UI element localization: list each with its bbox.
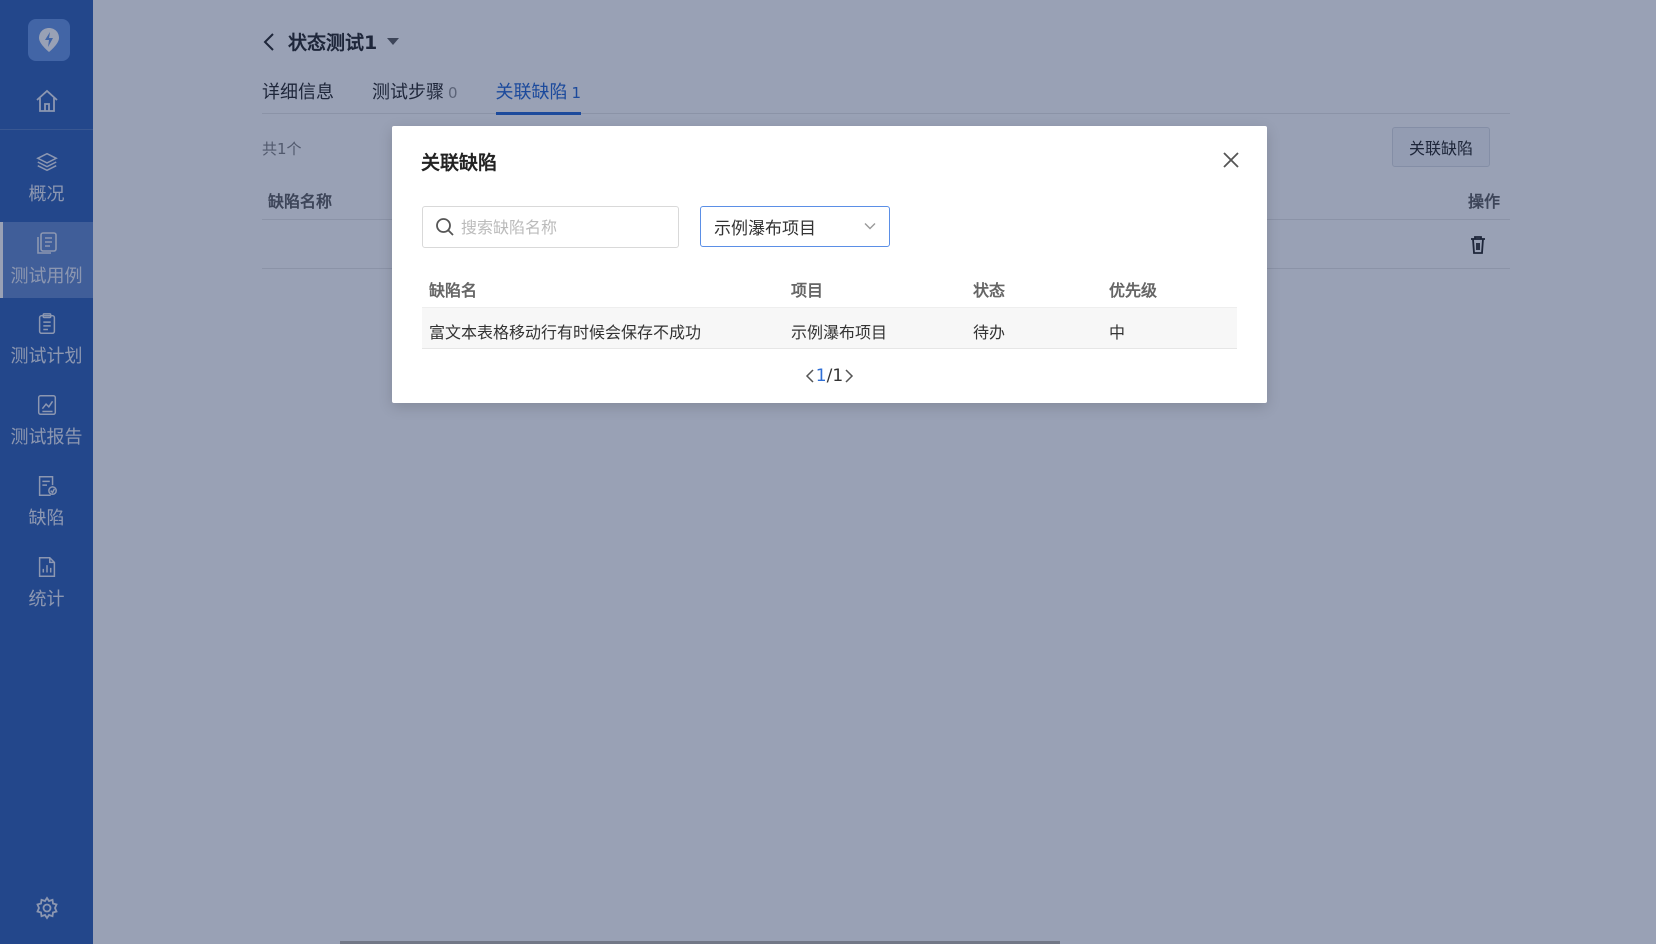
- pagination: 1 / 1: [392, 366, 1267, 386]
- table-row[interactable]: 富文本表格移动行有时候会保存不成功 示例瀑布项目 待办 中: [422, 308, 1237, 349]
- project-select-value: 示例瀑布项目: [714, 219, 816, 239]
- column-header-defect: 缺陷名: [429, 281, 478, 300]
- status-cell: 待办: [973, 323, 1006, 342]
- chevron-down-icon: [864, 223, 876, 230]
- search-icon: [436, 218, 454, 236]
- column-header-priority: 优先级: [1109, 281, 1158, 300]
- column-header-status: 状态: [973, 281, 1006, 300]
- close-icon[interactable]: [1221, 150, 1241, 170]
- total-pages: 1: [832, 366, 844, 386]
- current-page: 1: [815, 366, 827, 386]
- project-select[interactable]: 示例瀑布项目: [700, 206, 890, 247]
- chevron-right-icon[interactable]: [843, 367, 855, 385]
- priority-cell: 中: [1109, 323, 1126, 342]
- search-input[interactable]: [461, 217, 661, 237]
- search-field[interactable]: [422, 206, 679, 248]
- dialog-title: 关联缺陷: [421, 152, 498, 174]
- defect-table: 缺陷名 项目 状态 优先级 富文本表格移动行有时候会保存不成功 示例瀑布项目 待…: [422, 266, 1237, 349]
- project-cell: 示例瀑布项目: [791, 323, 888, 342]
- chevron-left-icon[interactable]: [804, 367, 816, 385]
- column-header-project: 项目: [791, 281, 824, 300]
- link-defect-dialog: 关联缺陷 示例瀑布项目 缺陷名 项目 状态 优先级 富文本表格移动行有时候会保存…: [392, 126, 1267, 403]
- defect-table-header: 缺陷名 项目 状态 优先级: [422, 266, 1237, 308]
- defect-name-cell: 富文本表格移动行有时候会保存不成功: [429, 323, 702, 342]
